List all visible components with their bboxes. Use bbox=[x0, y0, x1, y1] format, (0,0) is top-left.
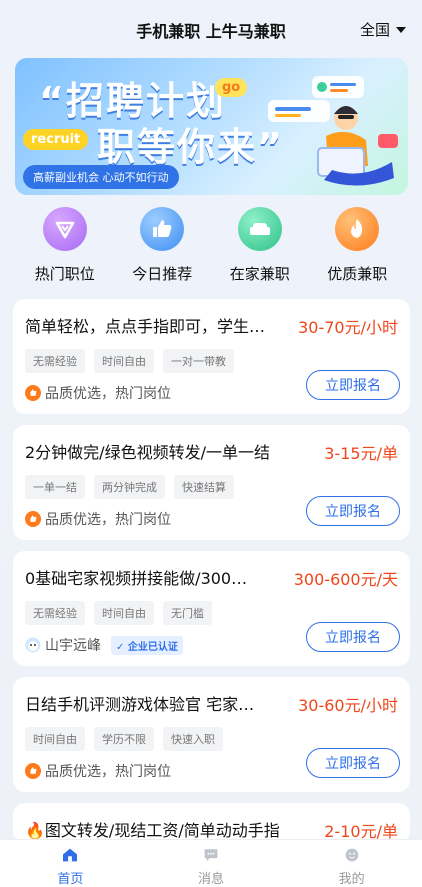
flame-icon bbox=[335, 207, 380, 251]
category-work-from-home[interactable]: 在家兼职 bbox=[218, 207, 302, 287]
job-salary: 30-70元/小时 bbox=[298, 318, 398, 337]
job-tag: 时间自由 bbox=[94, 601, 154, 625]
job-salary: 30-60元/小时 bbox=[298, 696, 398, 715]
region-label: 全国 bbox=[359, 21, 390, 39]
message-icon bbox=[204, 849, 218, 862]
job-card[interactable]: 🔥图文转发/现结工资/简单动动手指 2-10元/单 bbox=[13, 803, 410, 843]
company-name: 山宇远峰 bbox=[45, 638, 101, 654]
region-selector[interactable]: 全国 bbox=[360, 19, 406, 40]
category-hot-jobs[interactable]: 热门职位 bbox=[23, 207, 107, 287]
sofa-icon bbox=[237, 207, 282, 251]
quick-categories: 热门职位 今日推荐 在家兼职 优质兼职 bbox=[0, 207, 422, 287]
tab-label: 首页 bbox=[57, 872, 84, 887]
quality-icon bbox=[25, 385, 41, 401]
banner-headline-2: 职等你来” bbox=[97, 125, 284, 169]
job-title: 日结手机评测游戏体验官 宅家… bbox=[25, 695, 255, 714]
category-quality-parttime[interactable]: 优质兼职 bbox=[315, 207, 399, 287]
apply-button[interactable]: 立即报名 bbox=[306, 748, 400, 778]
thumbs-up-icon bbox=[140, 207, 185, 251]
category-today-recommend[interactable]: 今日推荐 bbox=[120, 207, 204, 287]
app-title: 手机兼职 上牛马兼职 bbox=[136, 22, 286, 41]
job-salary: 3-15元/单 bbox=[324, 444, 398, 463]
top-header: 手机兼职 上牛马兼职 全国 bbox=[0, 0, 422, 60]
job-list: 简单轻松，点点手指即可，学生… 30-70元/小时 无需经验 时间自由 一对一带… bbox=[13, 299, 410, 854]
dropdown-arrow-icon bbox=[396, 26, 406, 33]
job-tag: 无门槛 bbox=[163, 601, 212, 625]
job-title: 🔥图文转发/现结工资/简单动动手指 bbox=[25, 821, 280, 840]
category-label: 今日推荐 bbox=[132, 265, 193, 283]
tab-profile[interactable]: 我的 bbox=[302, 840, 402, 887]
job-salary: 300-600元/天 bbox=[293, 570, 398, 589]
job-meta-text: 品质优选，热门岗位 bbox=[45, 764, 171, 780]
apply-button[interactable]: 立即报名 bbox=[306, 496, 400, 526]
tab-messages[interactable]: 消息 bbox=[161, 840, 261, 887]
verified-badge-label: 企业已认证 bbox=[127, 641, 178, 653]
job-card[interactable]: 0基础宅家视频拼接能做/300… 300-600元/天 无需经验 时间自由 无门… bbox=[13, 551, 410, 666]
job-tag: 学历不限 bbox=[94, 727, 154, 751]
job-tag: 一对一带教 bbox=[163, 349, 234, 373]
promo-banner[interactable]: “招聘计划 go recruit 职等你来” 高薪副业机会 心动不如行动 bbox=[15, 58, 408, 195]
quality-icon bbox=[25, 763, 41, 779]
job-tag: 快速入职 bbox=[163, 727, 223, 751]
category-label: 在家兼职 bbox=[229, 265, 290, 283]
job-card[interactable]: 2分钟做完/绿色视频转发/一单一结 3-15元/单 一单一结 两分钟完成 快速结… bbox=[13, 425, 410, 540]
job-tag: 无需经验 bbox=[25, 349, 85, 373]
job-meta-text: 品质优选，热门岗位 bbox=[45, 512, 171, 528]
job-title: 0基础宅家视频拼接能做/300… bbox=[25, 569, 248, 588]
job-tag: 快速结算 bbox=[174, 475, 234, 499]
banner-recruit-tag: recruit bbox=[23, 129, 89, 150]
job-meta-text: 品质优选，热门岗位 bbox=[45, 386, 171, 402]
company-avatar-icon bbox=[25, 637, 41, 653]
tab-label: 消息 bbox=[197, 872, 224, 887]
laptop-worker-illustration bbox=[268, 76, 398, 186]
apply-button[interactable]: 立即报名 bbox=[306, 622, 400, 652]
job-tag: 时间自由 bbox=[25, 727, 85, 751]
banner-go-tag: go bbox=[215, 78, 248, 97]
heart-icon bbox=[42, 207, 87, 251]
banner-slogan: 高薪副业机会 心动不如行动 bbox=[23, 165, 179, 189]
job-title: 简单轻松，点点手指即可，学生… bbox=[25, 317, 266, 336]
bottom-tab-bar: 首页 消息 我的 bbox=[0, 839, 422, 887]
job-tag: 两分钟完成 bbox=[94, 475, 165, 499]
quality-icon bbox=[25, 511, 41, 527]
job-title: 2分钟做完/绿色视频转发/一单一结 bbox=[25, 443, 270, 462]
job-tag: 无需经验 bbox=[25, 601, 85, 625]
tab-home[interactable]: 首页 bbox=[20, 840, 120, 887]
job-card[interactable]: 日结手机评测游戏体验官 宅家… 30-60元/小时 时间自由 学历不限 快速入职… bbox=[13, 677, 410, 792]
job-card[interactable]: 简单轻松，点点手指即可，学生… 30-70元/小时 无需经验 时间自由 一对一带… bbox=[13, 299, 410, 414]
apply-button[interactable]: 立即报名 bbox=[306, 370, 400, 400]
category-label: 热门职位 bbox=[34, 265, 95, 283]
profile-icon bbox=[345, 848, 359, 862]
job-tag: 一单一结 bbox=[25, 475, 85, 499]
verified-badge: ✓ 企业已认证 bbox=[111, 635, 183, 655]
home-icon bbox=[63, 848, 78, 862]
job-tag: 时间自由 bbox=[94, 349, 154, 373]
category-label: 优质兼职 bbox=[327, 265, 388, 283]
tab-label: 我的 bbox=[338, 872, 365, 887]
